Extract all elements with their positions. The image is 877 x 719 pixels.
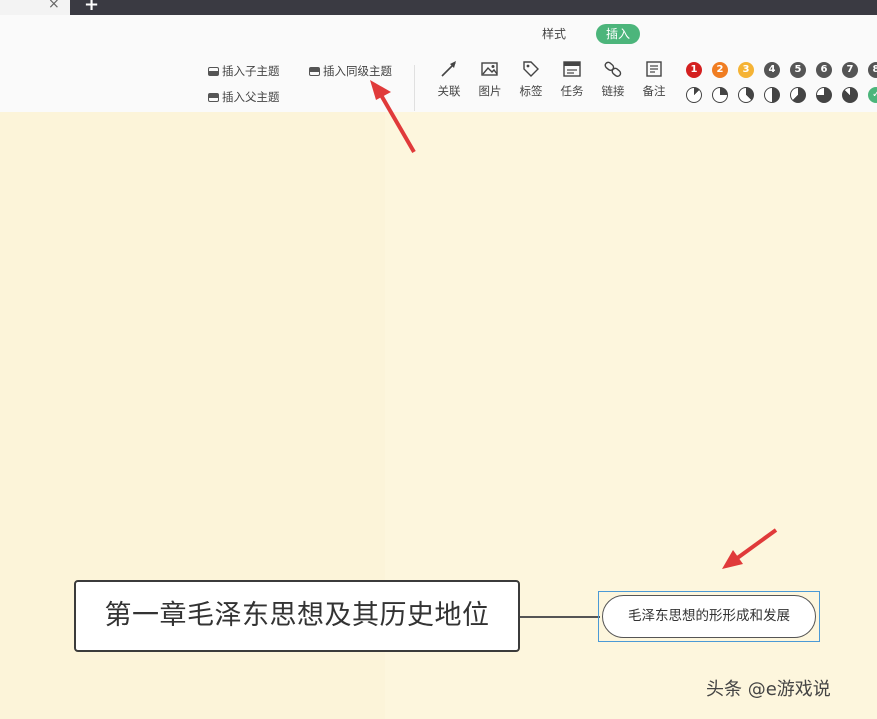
task-icon (563, 61, 581, 77)
progress-3-icon[interactable] (738, 87, 754, 103)
central-topic[interactable]: 第一章毛泽东思想及其历史地位 (74, 580, 520, 652)
link-label: 链接 (601, 84, 625, 98)
image-icon (481, 62, 498, 76)
progress-5-icon[interactable] (790, 87, 806, 103)
insert-sibling-topic-button[interactable]: 插入同级主题 (309, 63, 392, 79)
relation-button[interactable]: 关联 (432, 59, 466, 99)
document-tab[interactable]: × (0, 0, 70, 15)
note-button[interactable]: 备注 (637, 59, 671, 99)
tag-icon (523, 61, 539, 77)
relation-arrow-icon (441, 61, 456, 77)
progress-1-icon[interactable] (686, 87, 702, 103)
tab-insert[interactable]: 插入 (596, 24, 641, 44)
tag-label: 标签 (519, 84, 543, 98)
priority-4-icon[interactable]: 4 (764, 62, 780, 78)
priority-3-icon[interactable]: 3 (738, 62, 754, 78)
parent-topic-icon (208, 92, 219, 102)
image-button[interactable]: 图片 (473, 59, 507, 99)
link-icon (604, 61, 622, 77)
subtopic-node[interactable]: 毛泽东思想的形形成和发展 (602, 595, 816, 638)
image-label: 图片 (478, 84, 502, 98)
task-button[interactable]: 任务 (555, 59, 589, 99)
topic-connector-line (520, 616, 600, 618)
sibling-topic-icon (309, 66, 320, 76)
ribbon-divider (414, 65, 415, 111)
progress-4-icon[interactable] (764, 87, 780, 103)
link-button[interactable]: 链接 (596, 59, 630, 99)
task-label: 任务 (560, 84, 584, 98)
tag-button[interactable]: 标签 (514, 59, 548, 99)
insert-child-topic-button[interactable]: 插入子主题 (208, 63, 280, 79)
insert-parent-topic-button[interactable]: 插入父主题 (208, 89, 280, 105)
insert-sibling-topic-label: 插入同级主题 (323, 64, 392, 78)
priority-6-icon[interactable]: 6 (816, 62, 832, 78)
close-icon[interactable]: × (48, 0, 60, 12)
insert-parent-topic-label: 插入父主题 (222, 90, 280, 104)
priority-5-icon[interactable]: 5 (790, 62, 806, 78)
priority-8-icon[interactable]: 8 (868, 62, 877, 78)
progress-done-icon[interactable]: ✓ (868, 87, 877, 103)
ribbon: 样式 插入 插入子主题 插入同级主题 插入父主题 关联 图片 标签 任务 链接 … (0, 15, 877, 113)
watermark: 头条 @e游戏说 (706, 679, 831, 700)
progress-6-icon[interactable] (816, 87, 832, 103)
priority-1-icon[interactable]: 1 (686, 62, 702, 78)
note-label: 备注 (642, 84, 666, 98)
child-topic-icon (208, 66, 219, 76)
priority-7-icon[interactable]: 7 (842, 62, 858, 78)
relation-label: 关联 (437, 84, 461, 98)
insert-child-topic-label: 插入子主题 (222, 64, 280, 78)
tab-strip: × + (0, 0, 877, 15)
tab-style[interactable]: 样式 (532, 24, 576, 44)
new-tab-icon[interactable]: + (84, 0, 99, 15)
progress-7-icon[interactable] (842, 87, 858, 103)
priority-2-icon[interactable]: 2 (712, 62, 728, 78)
progress-2-icon[interactable] (712, 87, 728, 103)
note-icon (646, 61, 662, 77)
